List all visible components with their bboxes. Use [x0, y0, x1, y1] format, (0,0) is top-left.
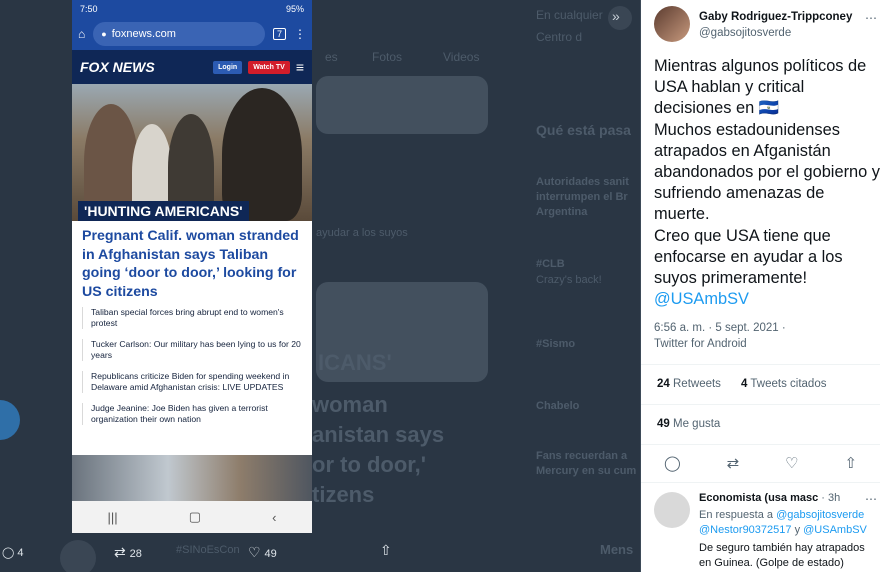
- bg-big-word-5: ICANS': [318, 350, 392, 375]
- bg-compose-button: [0, 400, 20, 440]
- bg-search-text: En cualquier: [536, 8, 603, 22]
- tabs-counter[interactable]: 7: [272, 28, 286, 40]
- divider: [641, 444, 880, 445]
- hero-kicker: 'HUNTING AMERICANS': [78, 201, 249, 221]
- bg-hashtag-1-sub: Crazy's back!: [536, 274, 602, 286]
- hero-image[interactable]: 'HUNTING AMERICANS': [72, 84, 312, 221]
- bg-tab-2: Fotos: [372, 50, 403, 64]
- divider: [641, 482, 880, 483]
- tweet-line: Muchos estadounidenses atrapados en Afga…: [654, 120, 880, 224]
- likes-stat[interactable]: 49 Me gusta: [657, 418, 720, 430]
- article-headline[interactable]: Pregnant Calif. woman stranded in Afghan…: [72, 221, 312, 305]
- heart-icon: ♡: [248, 544, 265, 560]
- avatar[interactable]: [654, 6, 690, 42]
- tweet-actions: ◯ ⇄ ♡ ⇧: [641, 454, 880, 472]
- recents-icon[interactable]: |||: [108, 510, 118, 525]
- home-icon[interactable]: ⌂: [78, 27, 85, 41]
- story-image[interactable]: [72, 455, 312, 501]
- android-nav-bar: ||| ▢ ‹: [72, 501, 312, 533]
- tweet-detail-panel: Gaby Rodriguez-Trippconey @gabsojitosver…: [641, 0, 880, 572]
- more-options-icon[interactable]: ⋯: [865, 11, 877, 25]
- status-time: 7:50: [80, 4, 98, 14]
- reply-icon[interactable]: ◯: [664, 454, 681, 472]
- related-link[interactable]: Republicans criticize Biden for spending…: [82, 371, 302, 393]
- related-link[interactable]: Judge Jeanine: Joe Biden has given a ter…: [82, 403, 302, 425]
- related-link[interactable]: Tucker Carlson: Our military has been ly…: [82, 339, 302, 361]
- bg-trend-4: Chabelo: [536, 400, 580, 412]
- bg-bottom-text: #SINoEsCon: [176, 544, 240, 556]
- browser-url-bar: ⌂ ● foxnews.com 7 ⋮: [72, 18, 312, 50]
- reply-icon: ◯: [2, 547, 18, 559]
- phone-screenshot: 7:50 95% ⌂ ● foxnews.com 7 ⋮ FOX NEWS Lo…: [72, 0, 312, 533]
- bg-like-count: ♡ 49: [248, 544, 277, 560]
- hamburger-menu-icon[interactable]: ≡: [296, 59, 304, 75]
- quotes-stat[interactable]: 4 Tweets citados: [741, 378, 826, 390]
- bg-big-word-4: tizens: [312, 482, 375, 507]
- url-text: foxnews.com: [111, 28, 176, 40]
- reply-text: De seguro también hay atrapados en Guinea…: [699, 542, 865, 569]
- divider: [641, 364, 880, 365]
- heart-icon[interactable]: ♡: [785, 454, 798, 472]
- reply-more-options-icon[interactable]: ⋯: [865, 492, 877, 506]
- bg-trends-title: Qué está pasa: [536, 122, 631, 138]
- bg-tab-1: es: [325, 50, 338, 64]
- bg-big-word-2: anistan says: [312, 422, 445, 447]
- back-icon[interactable]: ‹: [272, 510, 276, 525]
- bg-tweet-text: ayudar a los suyos: [316, 227, 408, 239]
- related-links: Taliban special forces bring abrupt end …: [72, 305, 312, 425]
- bg-trend-6: Mercury en su cum: [536, 465, 637, 477]
- bg-big-word-1: woman: [312, 392, 388, 417]
- foxnews-header: FOX NEWS Login Watch TV ≡: [72, 50, 312, 84]
- bg-reply-count: ◯ 4: [2, 547, 24, 559]
- tweet-text: Mientras algunos políticos de USA hablan…: [654, 56, 880, 310]
- retweets-stat[interactable]: 24 Retweets: [657, 378, 721, 390]
- tweet-mention[interactable]: @USAmbSV: [654, 290, 749, 308]
- bg-big-word-3: or to door,': [312, 452, 426, 477]
- bg-trend-2: interrumpen el Br: [536, 191, 628, 203]
- watch-tv-button[interactable]: Watch TV: [248, 60, 290, 74]
- bg-retweet-count: ⇄ 28: [114, 544, 142, 560]
- kebab-menu-icon[interactable]: ⋮: [294, 27, 306, 41]
- bg-avatar: [60, 540, 96, 572]
- bg-center-text: Centro d: [536, 30, 583, 44]
- retweet-icon[interactable]: ⇄: [727, 454, 740, 472]
- home-button-icon[interactable]: ▢: [189, 509, 201, 525]
- tweet-timestamp[interactable]: 6:56 a. m. · 5 sept. 2021 ·: [654, 322, 786, 334]
- status-bar: 7:50 95%: [72, 0, 312, 18]
- share-icon[interactable]: ⇧: [844, 454, 857, 472]
- bg-hashtag-1: #CLB: [536, 258, 565, 270]
- related-link[interactable]: Taliban special forces bring abrupt end …: [82, 307, 302, 329]
- lock-icon: ●: [101, 29, 107, 39]
- reply-avatar[interactable]: [654, 492, 690, 528]
- tweet-line: Creo que USA tiene que enfocarse en ayud…: [654, 226, 843, 288]
- retweet-icon: ⇄: [114, 544, 130, 560]
- tweet-client[interactable]: Twitter for Android: [654, 338, 747, 350]
- fox-news-logo[interactable]: FOX NEWS: [80, 59, 207, 75]
- divider: [641, 404, 880, 405]
- tweet-line: Mientras algunos políticos de USA hablan…: [654, 57, 867, 118]
- chevron-right-icon: »: [612, 8, 620, 24]
- tweet-author-handle[interactable]: @gabsojitosverde: [699, 27, 791, 39]
- address-field[interactable]: ● foxnews.com: [93, 22, 265, 46]
- reply-context: En respuesta a @gabsojitosverde @Nestor90…: [699, 509, 867, 536]
- status-battery: 95%: [285, 4, 304, 14]
- bg-trend-1: Autoridades sanit: [536, 176, 629, 188]
- reply-author-name[interactable]: Economista (usa masc · 3h: [699, 492, 840, 504]
- tweet-author-name[interactable]: Gaby Rodriguez-Trippconey: [699, 11, 852, 23]
- bg-image-1: [316, 76, 488, 134]
- login-button[interactable]: Login: [213, 60, 243, 74]
- bg-tab-3: Videos: [443, 50, 480, 64]
- bg-trend-3: Argentina: [536, 206, 588, 218]
- bg-hashtag-2: #Sismo: [536, 338, 576, 350]
- bg-messages-text: Mens: [600, 542, 634, 557]
- share-icon: ⇧: [380, 542, 392, 558]
- bg-trend-5: Fans recuerdan a: [536, 450, 628, 462]
